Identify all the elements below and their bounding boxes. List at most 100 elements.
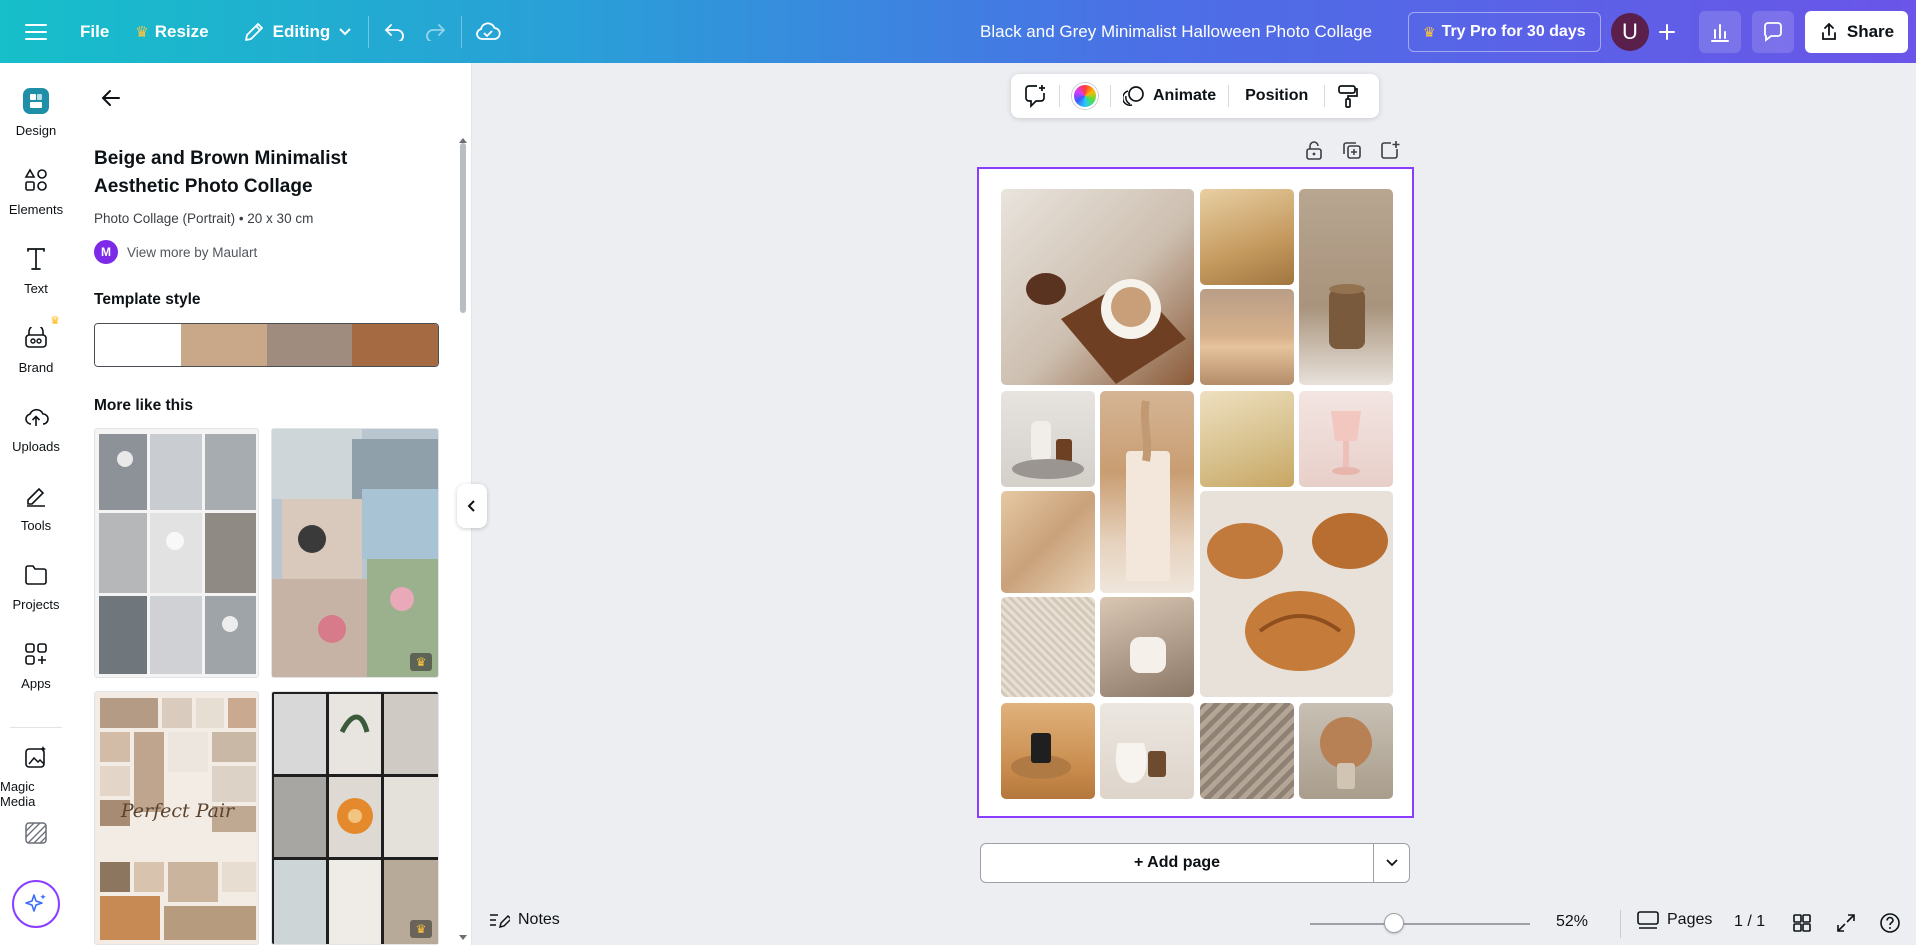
photo-tile-glass[interactable] <box>1299 391 1393 487</box>
photo-tile-croissants[interactable] <box>1200 491 1393 697</box>
rail-label: Design <box>15 123 57 138</box>
paint-roller-icon <box>1338 85 1359 108</box>
color-button[interactable] <box>1060 83 1110 109</box>
photo-tile-dried-flowers[interactable] <box>1299 703 1393 799</box>
author-avatar: M <box>94 240 118 264</box>
rail-item-projects[interactable]: Projects <box>0 557 72 627</box>
rail-label: Projects <box>12 597 60 612</box>
comment-plus-icon <box>1025 85 1045 108</box>
photo-tile-knit[interactable] <box>1200 703 1294 799</box>
rail-item-uploads[interactable]: Uploads <box>0 399 72 469</box>
divider <box>1620 910 1621 938</box>
rail-label: Elements <box>8 202 64 217</box>
swatch[interactable] <box>180 324 267 366</box>
back-button[interactable] <box>96 83 126 113</box>
photo-tile-candle[interactable] <box>1299 189 1393 385</box>
pages-button[interactable]: Pages <box>1637 910 1712 930</box>
photo-tile-pouring[interactable] <box>1100 391 1194 593</box>
cloud-save-button[interactable] <box>468 12 508 52</box>
swatch[interactable] <box>266 324 353 366</box>
rail-label: Uploads <box>12 439 60 454</box>
rail-item-tools[interactable]: Tools <box>0 478 72 548</box>
magic-assistant-button[interactable] <box>12 880 60 928</box>
background-pattern-icon[interactable] <box>24 821 48 845</box>
rail-item-design[interactable]: Design <box>0 83 72 153</box>
photo-tile-coffee-tray[interactable] <box>1001 189 1194 385</box>
photo-tile-dunes[interactable] <box>1200 289 1294 385</box>
menu-button[interactable] <box>16 12 56 52</box>
comments-button[interactable] <box>1752 11 1794 53</box>
rail-item-magic-media[interactable]: Magic Media <box>0 739 72 809</box>
help-button[interactable] <box>1878 911 1902 935</box>
add-page-dropdown[interactable] <box>1373 843 1410 883</box>
copy-style-button[interactable] <box>1325 84 1371 108</box>
photo-tile-vase[interactable] <box>1100 703 1194 799</box>
avatar[interactable]: U <box>1611 13 1649 51</box>
page-count: 1 / 1 <box>1734 913 1766 930</box>
panel-scroll-thumb[interactable] <box>460 143 466 313</box>
vase-photo <box>1115 743 1166 783</box>
template-thumbnail[interactable]: Perfect Pair <box>94 691 259 945</box>
chevron-down-icon <box>1385 859 1398 867</box>
grid-view-button[interactable] <box>1790 911 1814 935</box>
template-thumbnail[interactable]: ♛ <box>271 428 439 678</box>
position-button[interactable]: Position <box>1229 87 1324 105</box>
template-preview-image <box>95 429 258 677</box>
animate-icon <box>1123 86 1144 107</box>
template-thumbnail[interactable] <box>94 428 259 678</box>
zoom-slider[interactable] <box>1310 923 1530 925</box>
color-wheel-icon <box>1072 83 1098 109</box>
photo-tile-dress[interactable] <box>1200 391 1294 487</box>
photo-tile-diffuser[interactable] <box>1001 391 1095 487</box>
photo-tile-satin[interactable] <box>1001 491 1095 593</box>
document-title[interactable]: Black and Grey Minimalist Halloween Phot… <box>980 0 1372 63</box>
try-pro-label: Try Pro for 30 days <box>1441 23 1586 40</box>
share-button[interactable]: Share <box>1805 11 1908 53</box>
template-style-heading: Template style <box>94 291 201 308</box>
resize-button[interactable]: ♛ Resize <box>125 12 218 52</box>
rail-item-apps[interactable]: Apps <box>0 636 72 706</box>
pro-crown-badge: ♛ <box>410 920 432 938</box>
add-page-button[interactable]: + Add page <box>980 843 1374 883</box>
insights-button[interactable] <box>1699 11 1741 53</box>
collapse-panel-button[interactable] <box>457 484 487 528</box>
fullscreen-button[interactable] <box>1834 911 1858 935</box>
photo-tile-cube-candle[interactable] <box>1100 597 1194 697</box>
top-bar: File ♛ Resize Editing Black and Grey Min… <box>0 0 1916 63</box>
redo-button[interactable] <box>415 12 455 52</box>
template-style-swatches[interactable] <box>94 323 439 367</box>
swatch[interactable] <box>352 324 438 366</box>
invite-button[interactable] <box>1649 13 1685 51</box>
photo-tile-cork[interactable] <box>1001 703 1095 799</box>
rail-item-elements[interactable]: Elements <box>0 162 72 232</box>
rail-item-brand[interactable]: ♛ Brand <box>0 315 72 390</box>
zoom-level[interactable]: 52% <box>1556 913 1588 931</box>
notes-button[interactable]: Notes <box>488 910 560 930</box>
notes-label: Notes <box>518 911 560 928</box>
comment-icon <box>1764 22 1782 42</box>
zoom-slider-handle[interactable] <box>1383 913 1404 933</box>
element-toolbar: Animate Position <box>1011 74 1379 118</box>
file-menu-button[interactable]: File <box>70 12 119 52</box>
swatch[interactable] <box>95 324 181 366</box>
lock-page-button[interactable] <box>1304 140 1324 165</box>
add-comment-button[interactable] <box>1011 84 1059 108</box>
try-pro-button[interactable]: ♛ Try Pro for 30 days <box>1408 12 1601 52</box>
photo-tile-fur[interactable] <box>1001 597 1095 697</box>
duplicate-icon <box>1343 142 1361 159</box>
template-title: Beige and Brown Minimalist Aesthetic Pho… <box>94 148 348 197</box>
photo-tile-rolls[interactable] <box>1200 189 1294 285</box>
template-thumbnail[interactable]: ♛ <box>271 691 439 945</box>
divider <box>368 15 370 48</box>
template-preview-image <box>272 692 438 944</box>
rail-item-text[interactable]: Text <box>0 241 72 311</box>
undo-button[interactable] <box>375 12 415 52</box>
magic-media-icon <box>18 739 54 775</box>
duplicate-page-button[interactable] <box>1342 140 1362 165</box>
notes-icon <box>490 914 510 929</box>
design-page[interactable] <box>977 167 1414 818</box>
author-link[interactable]: M View more by Maulart <box>94 240 257 264</box>
animate-button[interactable]: Animate <box>1111 85 1228 107</box>
add-new-page-button[interactable] <box>1380 140 1400 165</box>
editing-mode-button[interactable]: Editing <box>233 12 363 52</box>
